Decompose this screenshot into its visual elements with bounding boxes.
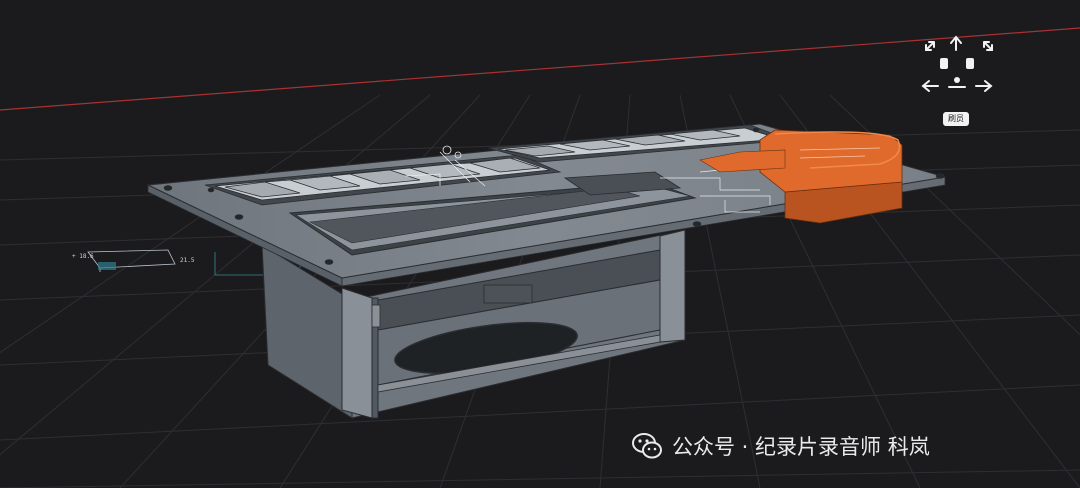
view-label-badge[interactable]: 刷员 bbox=[943, 112, 969, 126]
arrow-right-icon[interactable] bbox=[975, 80, 993, 92]
expand-diagonal-icon[interactable] bbox=[983, 41, 993, 51]
rotate-cube-icon[interactable] bbox=[940, 58, 974, 88]
svg-text:21.5: 21.5 bbox=[180, 257, 195, 264]
3d-viewport[interactable]: + 18.6 21.5 刷员 公众号 · 纪录片录音师 科岚 bbox=[0, 0, 1080, 488]
wechat-icon bbox=[630, 429, 664, 463]
view-navigation-widget[interactable] bbox=[918, 32, 998, 104]
arrow-left-icon[interactable] bbox=[921, 80, 939, 92]
watermark: 公众号 · 纪录片录音师 科岚 bbox=[630, 428, 930, 464]
svg-text:+ 18.6: + 18.6 bbox=[72, 253, 94, 260]
arrow-up-icon[interactable] bbox=[950, 35, 962, 51]
watermark-text: 公众号 · 纪录片录音师 科岚 bbox=[672, 435, 930, 459]
expand-diagonal-icon[interactable] bbox=[925, 41, 935, 51]
